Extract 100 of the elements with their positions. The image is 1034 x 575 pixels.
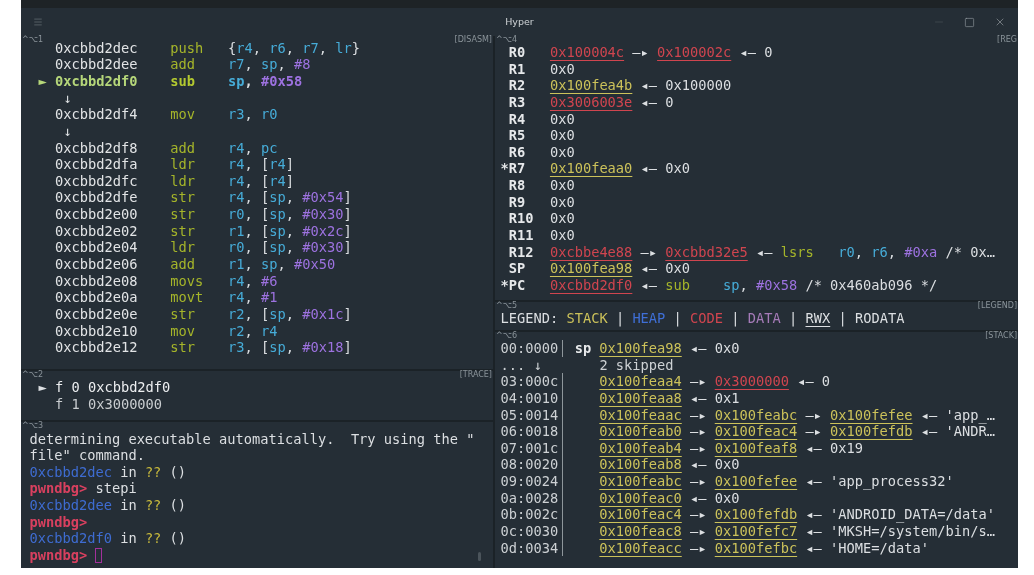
register-name: R5	[508, 127, 526, 144]
stack-offset: 04:0010	[500, 389, 559, 407]
instruction-operands: r7, sp, #8	[228, 56, 311, 73]
instruction-operands: r2, [sp, #0x1c]	[228, 305, 352, 323]
prompt-text: pwndbg>	[29, 513, 88, 531]
stack-value: 0x100feaa8 ◂— 0x1	[599, 389, 740, 407]
instruction-mnemonic: movs	[170, 272, 204, 290]
register-name: R3	[508, 93, 526, 111]
register-name: R10	[508, 210, 534, 228]
instruction-operands: r1, [sp, #0x2c]	[228, 222, 352, 240]
prompt-text: pwndbg>	[29, 547, 88, 564]
stack-value: 0x100feac8 —▸ 0x100fefc7 ◂— 'MKSH=/system/bin/s…	[599, 523, 995, 540]
instruction-address: 0xcbbd2dec	[54, 39, 138, 57]
register-value: 0x0	[549, 143, 575, 161]
register-value: 0x100fea4b ◂— 0x100000	[549, 77, 732, 94]
window-title: Hyper	[505, 17, 534, 27]
register-name: *PC	[500, 276, 526, 294]
instruction-mnemonic: ldr	[170, 172, 196, 190]
location-text: 0xcbbd2dee in ?? ()	[29, 497, 187, 514]
stack-value: 0x100feabc —▸ 0x100fefee ◂— 'app_process32'	[599, 473, 954, 490]
instruction-operands: r3, r0	[228, 106, 278, 123]
register-value: 0x0	[549, 177, 575, 194]
pointer-label: sp	[574, 340, 592, 357]
register-value: 0x100fea98 ◂— 0x0	[549, 260, 691, 277]
pane-shortcut: ^⌥5	[496, 302, 517, 310]
instruction-operands: r4, [r4]	[228, 172, 294, 190]
backtrace-frame[interactable]: f 1 0x3000000	[54, 395, 163, 413]
stack-offset: 09:0024	[500, 473, 559, 490]
instruction-operands: r1, sp, #0x50	[228, 256, 336, 273]
instruction-mnemonic: add	[170, 139, 196, 157]
register-value: 0x3006003e ◂— 0	[549, 93, 674, 111]
prompt-text: pwndbg>	[29, 480, 88, 498]
instruction-mnemonic: movt	[170, 289, 204, 306]
register-value: 0x0	[549, 110, 575, 128]
instruction-operands: r4, #6	[228, 272, 278, 290]
stack-value: 0x100feab4 —▸ 0x100feaf8 ◂— 0x19	[599, 439, 864, 457]
register-value: 0x100feaa0 ◂— 0x0	[549, 160, 691, 178]
instruction-address: 0xcbbd2df8	[54, 139, 138, 157]
register-name: R9	[508, 193, 526, 211]
pane-shortcut: ^⌥2	[22, 371, 43, 379]
pane-shortcut: ^⌥1	[22, 36, 43, 44]
instruction-address: 0xcbbd2dfc	[54, 172, 138, 190]
register-name: SP	[508, 260, 526, 277]
instruction-mnemonic: add	[170, 256, 196, 273]
menu-icon[interactable]	[33, 17, 43, 27]
stack-value: 0x100feaac —▸ 0x100feabc —▸ 0x100fefee ◂— 'app_…	[599, 406, 995, 424]
instruction-address: 0xcbbd2e02	[54, 222, 138, 240]
register-name: R0	[508, 44, 526, 61]
console-output: determining executable automatically. Try using the "file" command.	[29, 430, 476, 464]
instruction-mnemonic: str	[170, 339, 196, 356]
instruction-address: 0xcbbd2e12	[54, 339, 138, 356]
register-name: R2	[508, 77, 526, 94]
current-line-marker: ►	[38, 72, 47, 90]
register-name: *R7	[500, 160, 526, 178]
register-name: R1	[508, 60, 526, 78]
register-name: R4	[508, 110, 526, 128]
register-value: 0x0	[549, 60, 575, 78]
stack-offset: 0b:002c	[500, 506, 559, 524]
current-frame-marker: ►	[38, 379, 47, 396]
register-name: R8	[508, 177, 526, 194]
instruction-address: 0xcbbd2e00	[54, 206, 138, 223]
instruction-address: 0xcbbd2e08	[54, 272, 138, 290]
instruction-address: 0xcbbd2e0e	[54, 305, 138, 323]
stack-value: 0x100feab0 —▸ 0x100feac4 —▸ 0x100fefdb ◂— 'ANDR…	[599, 423, 995, 440]
pane-title: [STACK]	[985, 332, 1017, 340]
instruction-operands: {r4, r6, r7, lr}	[228, 39, 360, 57]
instruction-operands: r3, [sp, #0x18]	[228, 339, 352, 356]
instruction-mnemonic: str	[170, 189, 196, 207]
instruction-operands: r4, pc	[228, 139, 278, 157]
register-value: 0x0	[549, 127, 575, 144]
instruction-mnemonic: str	[170, 206, 196, 223]
stack-offset: 07:001c	[500, 439, 559, 457]
instruction-mnemonic: mov	[170, 106, 196, 123]
scrollbar-thumb[interactable]	[478, 552, 481, 561]
stack-value: 0x100feaa4 —▸ 0x3000000 ◂— 0	[599, 373, 831, 390]
backtrace-frame[interactable]: f 0 0xcbbd2df0	[54, 379, 171, 396]
jump-arrow: ↓	[63, 122, 72, 140]
register-value: 0x100004c —▸ 0x100002c ◂— 0	[549, 44, 773, 61]
instruction-address: 0xcbbd2dee	[54, 56, 138, 73]
instruction-mnemonic: add	[170, 56, 196, 73]
location-text: 0xcbbd2df0 in ?? ()	[29, 530, 187, 548]
maximize-icon[interactable]	[964, 16, 975, 28]
instruction-address: 0xcbbd2e10	[54, 322, 138, 340]
register-value: 0x0	[549, 193, 575, 211]
instruction-address: 0xcbbd2df4	[54, 106, 138, 123]
instruction-operands: r2, r4	[228, 322, 278, 340]
close-icon[interactable]	[994, 16, 1006, 28]
pane-title: [DISASM]	[454, 36, 492, 44]
pane-shortcut: ^⌥3	[22, 422, 43, 430]
stack-offset: 0a:0028	[500, 489, 559, 507]
instruction-mnemonic: push	[170, 39, 204, 57]
register-value: 0x0	[549, 227, 575, 244]
instruction-operands: sp, #0x58	[228, 72, 303, 90]
register-name: R12	[508, 243, 534, 261]
stack-value: 0x100feacc —▸ 0x100fefbc ◂— 'HOME=/data'	[599, 539, 929, 557]
instruction-address: 0xcbbd2df0	[54, 72, 138, 90]
register-name: R11	[508, 227, 534, 244]
pane-shortcut: ^⌥4	[496, 36, 517, 44]
instruction-mnemonic: mov	[170, 322, 196, 340]
instruction-mnemonic: str	[170, 222, 196, 240]
